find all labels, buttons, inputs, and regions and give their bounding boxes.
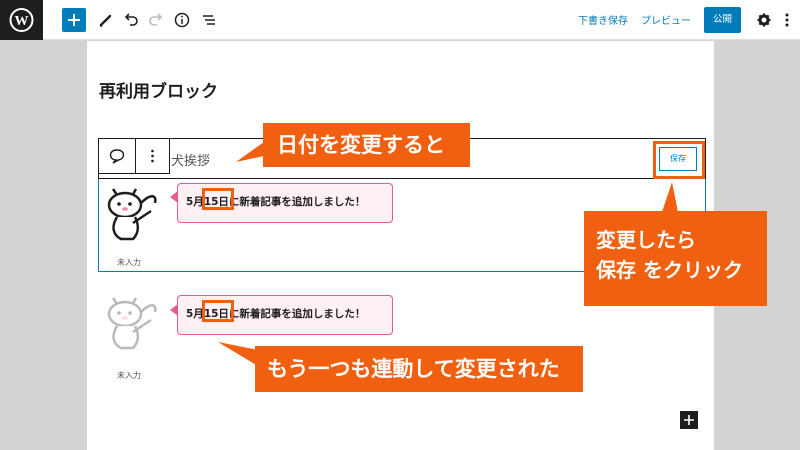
annotation-text: もう一つも連動して変更された (267, 357, 560, 381)
publish-button[interactable]: 公開 (704, 7, 741, 33)
annotation-text: 保存 をクリック (596, 258, 743, 282)
annotation-text: 日付を変更すると (277, 133, 445, 157)
details-button[interactable] (170, 8, 194, 32)
callout-pointer (662, 182, 678, 212)
info-icon (174, 12, 190, 28)
wordpress-logo-button[interactable]: W (0, 0, 43, 40)
plus-icon (68, 14, 80, 26)
comment-icon (109, 149, 125, 164)
balloon-text: に新着記事を追加しました！ (228, 308, 366, 320)
avatar (103, 292, 163, 354)
balloon-text: に新着記事を追加しました！ (228, 196, 366, 208)
avatar-name: 未入力 (117, 371, 141, 380)
avatar (103, 183, 163, 245)
block-options-button[interactable] (136, 139, 169, 173)
callout-pointer (236, 142, 264, 162)
redo-icon (149, 13, 163, 26)
add-block-button[interactable] (62, 8, 86, 32)
undo-button[interactable] (119, 8, 143, 32)
more-icon (151, 149, 154, 163)
cat-character-image (107, 297, 157, 350)
annotation-text: 変更したら (596, 228, 696, 252)
date-highlight-box (202, 300, 234, 322)
date-highlight-box (202, 188, 234, 210)
list-view-icon (203, 15, 215, 25)
settings-button[interactable] (752, 8, 776, 32)
save-draft-button[interactable]: 下書き保存 (578, 12, 628, 27)
wordpress-icon: W (9, 8, 34, 32)
plus-icon (684, 415, 694, 425)
pen-icon (99, 14, 112, 27)
svg-text:W: W (15, 14, 29, 29)
redo-button[interactable] (144, 8, 168, 32)
editor-toolbar: W 下書き保存 プレビュー 公開 (0, 0, 800, 40)
annotation-callout-3: もう一つも連動して変更された (255, 346, 583, 392)
avatar-name: 未入力 (117, 258, 141, 267)
block-type-button[interactable] (99, 139, 135, 173)
gear-icon (757, 13, 771, 27)
tools-button[interactable] (94, 8, 118, 32)
annotation-callout-1: 日付を変更すると (263, 123, 470, 167)
page-title[interactable]: 再利用ブロック (99, 77, 218, 102)
block-toolbar (98, 138, 170, 174)
reusable-block-name-input[interactable]: 犬挨拶 (171, 150, 210, 169)
options-button[interactable] (775, 8, 799, 32)
preview-button[interactable]: プレビュー (641, 12, 691, 27)
more-icon (785, 13, 789, 27)
annotation-callout-2: 変更したら 保存 をクリック (584, 211, 767, 306)
list-view-button[interactable] (197, 8, 221, 32)
callout-pointer (218, 342, 258, 366)
undo-icon (124, 13, 138, 26)
save-highlight-box (653, 141, 705, 179)
cat-character-image (107, 188, 157, 241)
inserter-button[interactable] (680, 411, 698, 429)
